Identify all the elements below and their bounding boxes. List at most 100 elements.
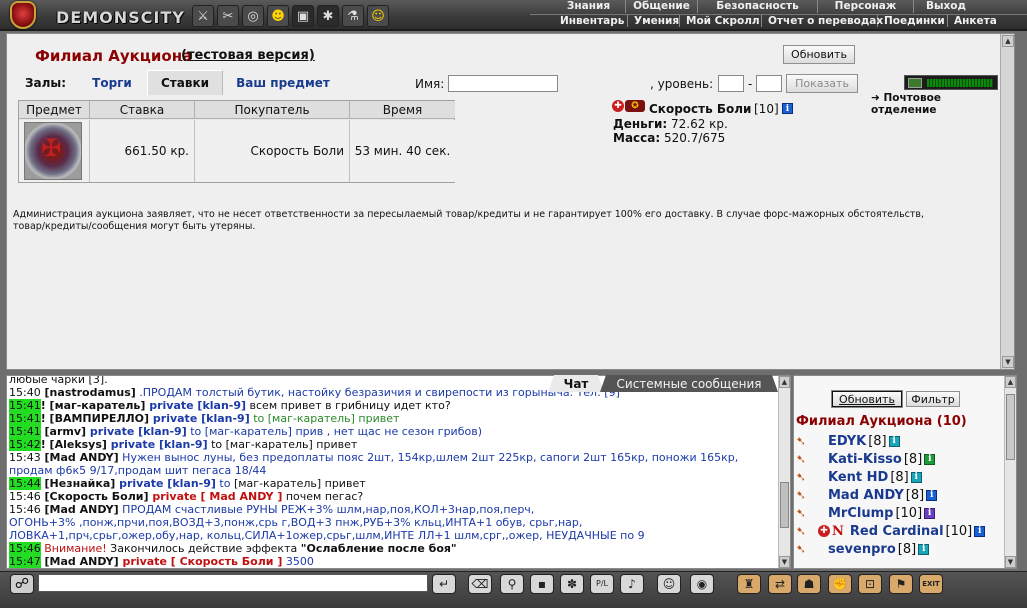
clear-icon[interactable]: ⌫ bbox=[468, 574, 492, 594]
user-row[interactable]: ➷ sevenpro [8] i bbox=[796, 541, 930, 557]
bag-icon[interactable]: ♜ bbox=[737, 574, 761, 594]
send-icon[interactable]: ↵ bbox=[432, 574, 456, 594]
users-scroll-thumb[interactable] bbox=[1006, 394, 1015, 460]
refresh-button[interactable]: Обновить bbox=[783, 45, 855, 64]
pl-icon[interactable]: P/L bbox=[590, 574, 614, 594]
menu-item-communication[interactable]: Общение bbox=[626, 0, 698, 13]
chat-nickname[interactable]: [Mad ANDY] bbox=[41, 503, 119, 516]
menu-item-my-scroll[interactable]: Мой Скролл bbox=[680, 15, 762, 27]
portrait-icon[interactable]: ▣ bbox=[292, 5, 314, 27]
scroll-down-icon[interactable]: ▼ bbox=[1005, 556, 1016, 568]
rune-item-icon[interactable]: ✠ bbox=[24, 122, 82, 180]
chat-scrollbar[interactable]: ▲ ▼ bbox=[778, 376, 790, 568]
chat-timestamp[interactable]: 15:44 bbox=[9, 477, 41, 490]
chat-timestamp[interactable]: 15:46 bbox=[9, 503, 41, 516]
level-from-input[interactable] bbox=[718, 75, 744, 92]
info-icon[interactable]: i bbox=[924, 453, 936, 465]
tab-auctions[interactable]: Торги bbox=[77, 70, 147, 95]
chat-nickname[interactable]: "Ослабление после боя" bbox=[301, 542, 457, 555]
save-icon[interactable]: ▪ bbox=[530, 574, 554, 594]
private-message-icon[interactable]: ➷ bbox=[796, 524, 818, 538]
tools-icon[interactable]: ✂ bbox=[217, 5, 239, 27]
filter-icon[interactable]: ⚲ bbox=[500, 574, 524, 594]
user-row[interactable]: ➷ Kati-Kisso [8] i bbox=[796, 451, 936, 467]
scroll-down-icon[interactable]: ▼ bbox=[1002, 356, 1014, 368]
scroll-up-icon[interactable]: ▲ bbox=[1002, 35, 1014, 47]
user-row[interactable]: ➷ Kent HD [8] i bbox=[796, 469, 922, 485]
mail-indicator-icon[interactable] bbox=[904, 75, 998, 90]
user-name[interactable]: Mad ANDY bbox=[828, 488, 904, 503]
lock-icon[interactable]: ⊡ bbox=[858, 574, 882, 594]
trade-icon[interactable]: ⇄ bbox=[768, 574, 792, 594]
menu-item-skills[interactable]: Умения bbox=[628, 15, 680, 27]
level-to-input[interactable] bbox=[756, 75, 782, 92]
user-row[interactable]: ➷ Mad ANDY [8] i bbox=[796, 487, 938, 503]
chat-timestamp[interactable]: 15:46 bbox=[9, 490, 41, 503]
chat-nickname[interactable]: [Незнайка] bbox=[41, 477, 116, 490]
chat-timestamp[interactable]: 15:42 bbox=[9, 438, 41, 451]
fight-icon[interactable]: ✊ bbox=[828, 574, 852, 594]
chat-timestamp[interactable]: 15:41 bbox=[9, 425, 41, 438]
chat-nickname[interactable]: [Mad ANDY] bbox=[41, 555, 119, 568]
flag-icon[interactable]: ⚑ bbox=[889, 574, 913, 594]
private-message-icon[interactable]: ➷ bbox=[796, 542, 818, 556]
chat-nickname[interactable]: [Mad ANDY] bbox=[41, 451, 119, 464]
info-icon[interactable]: i bbox=[924, 507, 936, 519]
potion-icon[interactable]: ⚗ bbox=[342, 5, 364, 27]
private-message-icon[interactable]: ➷ bbox=[796, 434, 818, 448]
menu-item-character[interactable]: Персонаж bbox=[818, 0, 914, 13]
target-icon[interactable]: ◎ bbox=[242, 5, 264, 27]
smile-icon[interactable]: ☺ bbox=[657, 574, 681, 594]
chat-scroll-thumb[interactable] bbox=[780, 482, 789, 528]
info-icon[interactable]: i bbox=[926, 489, 938, 501]
smiley-star-icon[interactable]: ☻ bbox=[267, 5, 289, 27]
tab-system-messages[interactable]: Системные сообщения bbox=[600, 375, 778, 392]
users-refresh-button[interactable]: Обновить bbox=[831, 390, 903, 408]
tab-chat[interactable]: Чат bbox=[548, 375, 604, 392]
chat-nickname[interactable]: [nastrodamus] bbox=[41, 386, 136, 399]
menu-item-transfer-report[interactable]: Отчет о переводах bbox=[762, 15, 883, 27]
menu-item-inventory[interactable]: Инвентарь bbox=[530, 15, 628, 27]
chat-timestamp[interactable]: 15:46 bbox=[9, 542, 41, 555]
private-message-icon[interactable]: ➷ bbox=[796, 488, 818, 502]
chat-nickname[interactable]: ! [Aleksys] bbox=[41, 438, 107, 451]
private-message-icon[interactable]: ➷ bbox=[796, 470, 818, 484]
buyer-name[interactable]: Скорость Боли bbox=[649, 102, 751, 116]
scroll-up-icon[interactable]: ▲ bbox=[779, 376, 790, 388]
info-icon[interactable]: i bbox=[888, 435, 900, 447]
auction-scrollbar[interactable]: ▲ ▼ bbox=[1000, 34, 1014, 369]
swords-icon[interactable]: ⚔ bbox=[192, 5, 214, 27]
scroll-up-icon[interactable]: ▲ bbox=[1005, 376, 1016, 388]
user-name[interactable]: EDYK bbox=[828, 434, 866, 449]
user-name[interactable]: MrClump bbox=[828, 506, 893, 521]
chat-timestamp[interactable]: 15:43 bbox=[9, 451, 41, 464]
user-name[interactable]: Kent HD bbox=[828, 470, 888, 485]
user-row[interactable]: ➷ ✚ N Red Cardinal [10] i bbox=[796, 523, 986, 539]
users-filter-button[interactable]: Фильтр bbox=[906, 391, 960, 407]
tab-your-item[interactable]: Ваш предмет bbox=[231, 70, 335, 95]
chat-timestamp[interactable]: 15:41 bbox=[9, 412, 41, 425]
smiley-icon[interactable]: ☺ bbox=[367, 5, 389, 27]
music-icon[interactable]: ♪ bbox=[620, 574, 644, 594]
user-row[interactable]: ➷ EDYK [8] i bbox=[796, 433, 900, 449]
menu-item-security[interactable]: Безопасность bbox=[698, 0, 818, 13]
show-button[interactable]: Показать bbox=[786, 74, 858, 93]
creature-icon[interactable]: ✱ bbox=[317, 5, 339, 27]
menu-item-duels[interactable]: Поединки bbox=[878, 15, 948, 27]
dance-icon[interactable]: ✽ bbox=[560, 574, 584, 594]
menu-item-exit[interactable]: Выход bbox=[914, 0, 978, 13]
menu-item-knowledge[interactable]: Знания bbox=[552, 0, 626, 13]
user-name[interactable]: Red Cardinal bbox=[850, 524, 944, 539]
chat-nickname[interactable]: ! [ВАМПИРЕЛЛО] bbox=[41, 412, 149, 425]
chat-timestamp[interactable]: 15:40 bbox=[9, 386, 41, 399]
private-message-icon[interactable]: ➷ bbox=[796, 506, 818, 520]
menu-item-profile[interactable]: Анкета bbox=[948, 15, 1002, 27]
chat-nickname[interactable]: [Скорость Боли] bbox=[41, 490, 149, 503]
chat-nickname[interactable]: ! [маг-каратель] bbox=[41, 399, 146, 412]
chat-nickname[interactable]: [armv] bbox=[41, 425, 87, 438]
exit-icon[interactable]: EXIT bbox=[919, 574, 943, 594]
mail-office-link[interactable]: ➜ Почтовое отделение bbox=[871, 92, 1001, 116]
scroll-down-icon[interactable]: ▼ bbox=[779, 556, 790, 568]
user-name[interactable]: sevenpro bbox=[828, 542, 896, 557]
user-row[interactable]: ➷ MrClump [10] i bbox=[796, 505, 936, 521]
